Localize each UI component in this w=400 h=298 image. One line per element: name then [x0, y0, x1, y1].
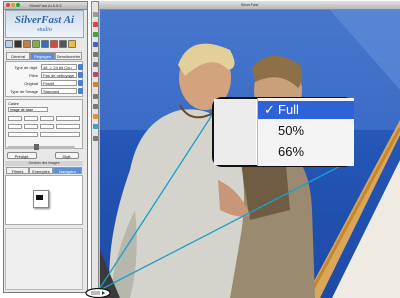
- zoom-option-full[interactable]: ✓ Full: [258, 101, 354, 119]
- zoom-option-66-label: 66%: [278, 144, 305, 159]
- zoom-menu: ✓ Full 50% 66%: [257, 98, 354, 166]
- zoom-option-50[interactable]: 50%: [258, 122, 354, 140]
- zoom-option-66[interactable]: 66%: [258, 143, 354, 161]
- zoom-popup-trigger[interactable]: [85, 288, 111, 298]
- checkmark-icon: ✓: [264, 102, 275, 117]
- zoom-option-full-label: Full: [278, 102, 299, 117]
- popup-backdrop: [214, 99, 256, 165]
- zoom-option-50-label: 50%: [278, 123, 305, 138]
